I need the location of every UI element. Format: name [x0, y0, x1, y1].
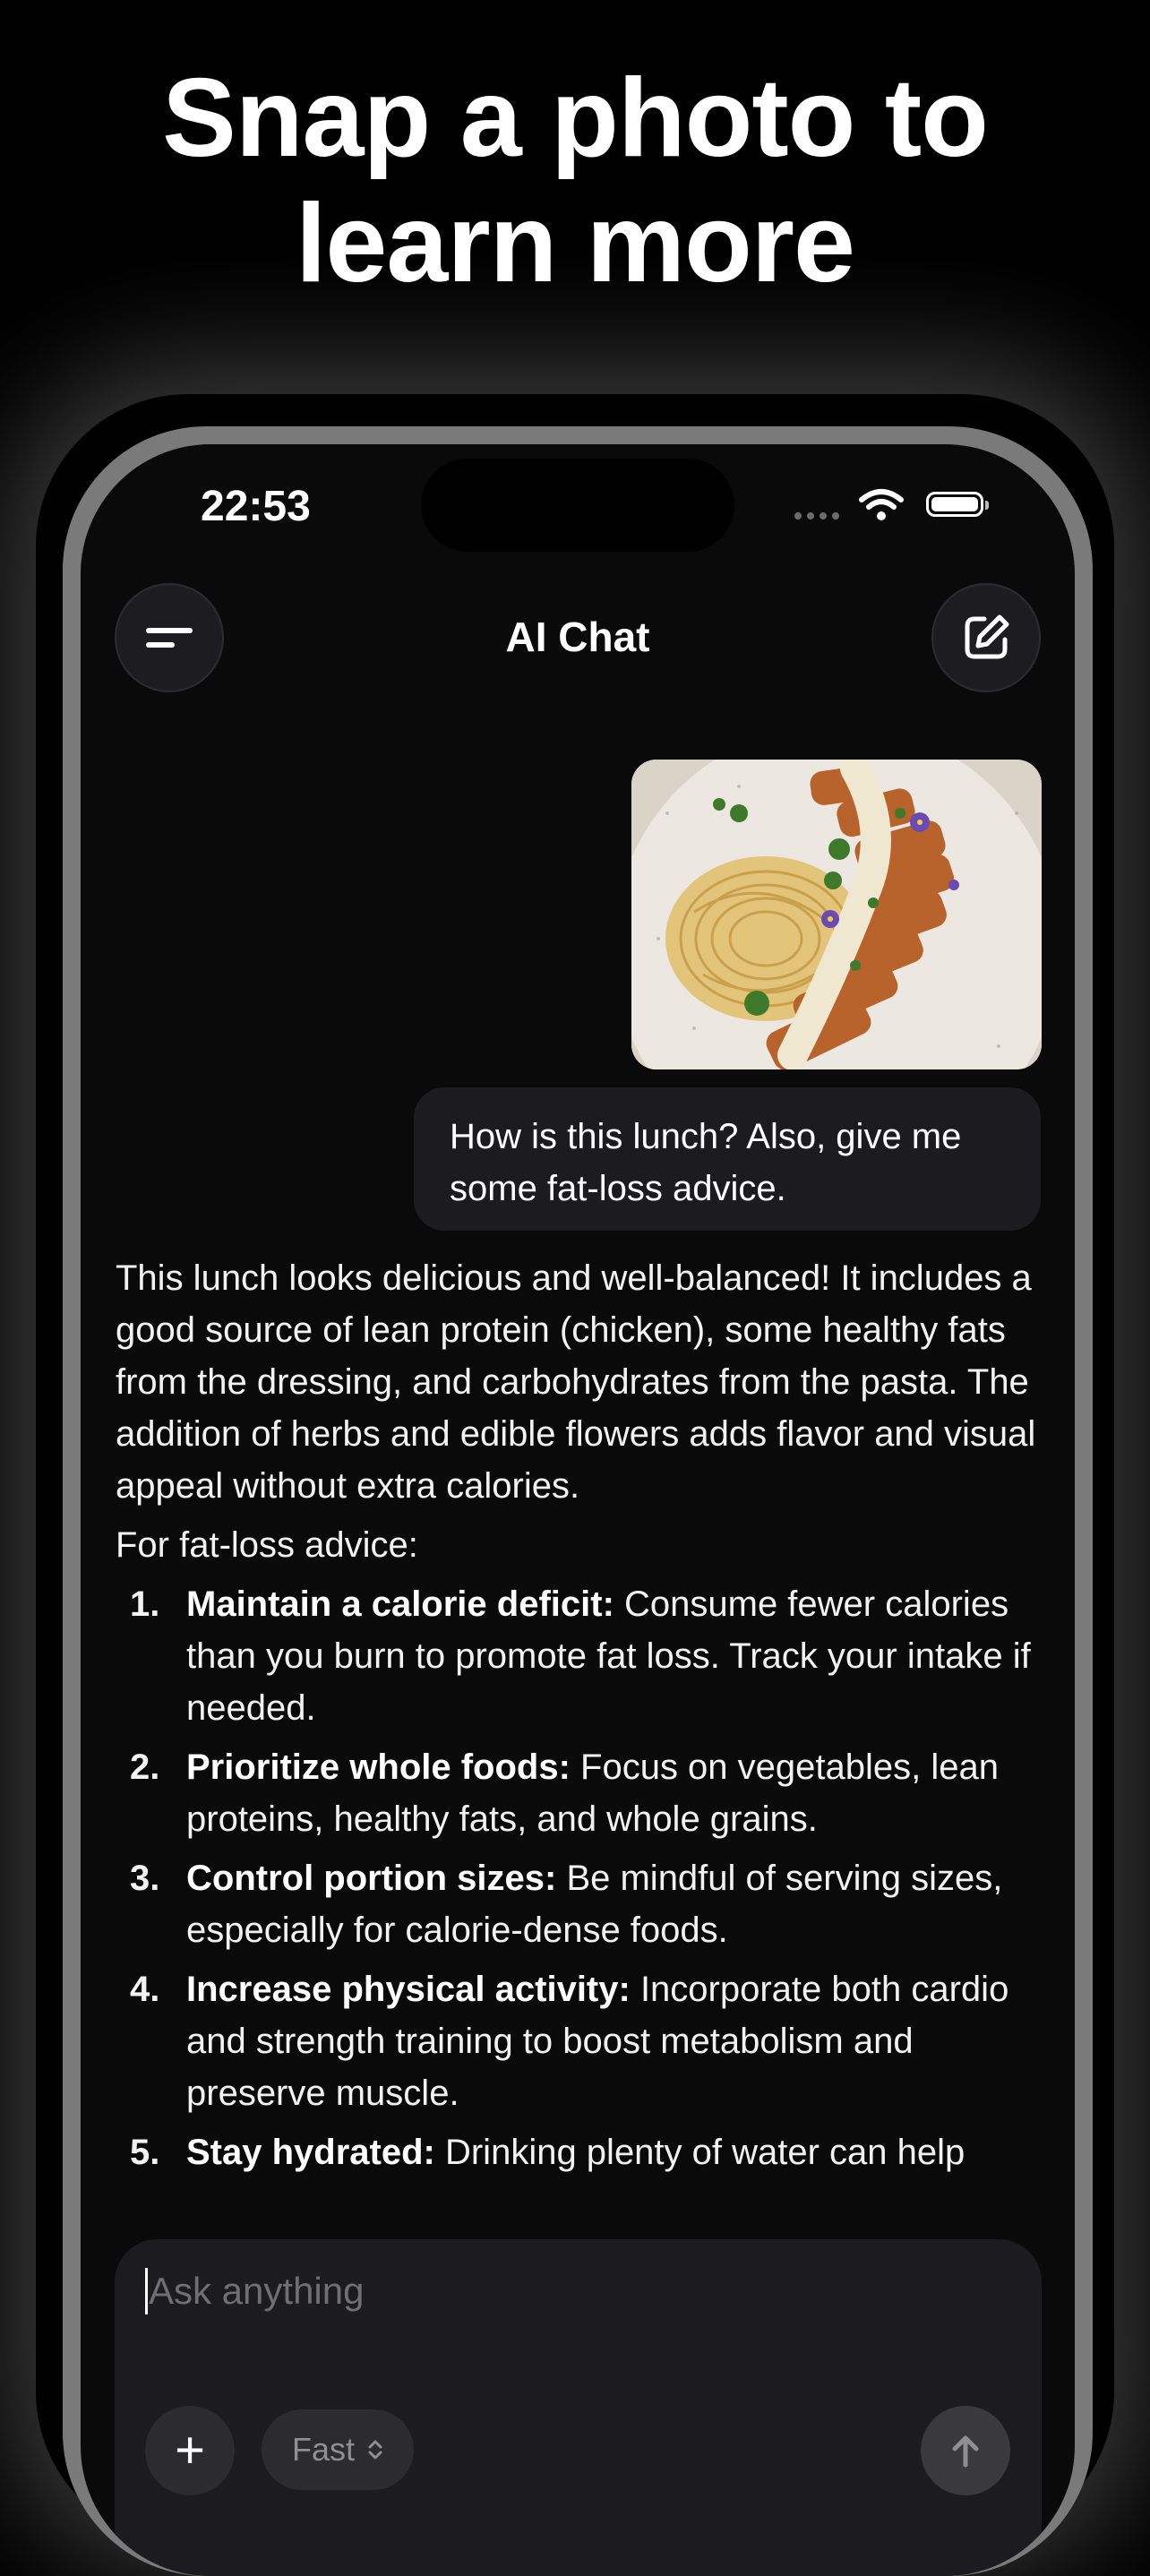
- list-item: 3. Control portion sizes: Be mindful of s…: [116, 1852, 1047, 1956]
- list-item-title: Control portion sizes:: [186, 1859, 557, 1898]
- message-input[interactable]: [147, 2263, 957, 2320]
- list-item: 1. Maintain a calorie deficit: Consume fe…: [116, 1578, 1047, 1734]
- food-illustration: [631, 760, 1042, 1069]
- new-chat-icon: [965, 614, 1009, 659]
- list-item-number: 3.: [130, 1859, 160, 1898]
- plus-icon: +: [175, 2421, 205, 2479]
- ai-advice-list: 1. Maintain a calorie deficit: Consume fe…: [116, 1578, 1047, 2178]
- list-item: 2. Prioritize whole foods: Focus on veget…: [116, 1741, 1047, 1845]
- arrow-up-icon: [952, 2435, 979, 2468]
- list-item: 5. Stay hydrated: Drinking plenty of wate…: [116, 2126, 1047, 2178]
- dynamic-island: [421, 459, 734, 552]
- signal-dots-icon: [794, 512, 839, 519]
- composer: + Fast: [115, 2239, 1042, 2576]
- list-item-title: Prioritize whole foods:: [186, 1747, 571, 1787]
- new-chat-button[interactable]: [931, 583, 1041, 692]
- user-message-bubble: How is this lunch? Also, give me some fa…: [414, 1087, 1041, 1231]
- list-item-text: Drinking plenty of water can help: [434, 2133, 965, 2172]
- list-item: 4. Increase physical activity: Incorporat…: [116, 1963, 1047, 2119]
- send-button[interactable]: [921, 2406, 1010, 2495]
- battery-icon: [926, 492, 989, 517]
- text-cursor: [145, 2268, 148, 2314]
- phone-screen: 22:53 AI Chat How is this lunch? Also, g…: [81, 444, 1075, 2576]
- mode-label: Fast: [292, 2431, 356, 2468]
- list-item-title: Increase physical activity:: [186, 1970, 631, 2009]
- ai-intro: This lunch looks delicious and well-bala…: [116, 1258, 1036, 1506]
- promo-headline: Snap a photo to learn more: [0, 56, 1150, 306]
- headline-line-1: Snap a photo to: [162, 56, 989, 180]
- chevron-up-down-icon: [368, 2440, 382, 2460]
- add-attachment-button[interactable]: +: [145, 2406, 235, 2495]
- list-item-title: Stay hydrated:: [186, 2133, 435, 2172]
- list-item-number: 5.: [130, 2133, 160, 2172]
- page-title: AI Chat: [505, 614, 650, 660]
- headline-line-2: learn more: [295, 182, 855, 305]
- wifi-icon: [859, 489, 904, 520]
- list-item-number: 2.: [130, 1747, 160, 1787]
- ai-advice-heading: For fat-loss advice:: [116, 1525, 418, 1565]
- status-time: 22:53: [201, 483, 311, 530]
- mode-selector[interactable]: Fast: [262, 2409, 415, 2490]
- ai-response: This lunch looks delicious and well-bala…: [116, 1252, 1047, 2185]
- user-food-photo[interactable]: [631, 760, 1042, 1069]
- list-item-number: 1.: [130, 1584, 160, 1624]
- list-item-title: Maintain a calorie deficit:: [186, 1584, 614, 1624]
- list-item-number: 4.: [130, 1970, 160, 2009]
